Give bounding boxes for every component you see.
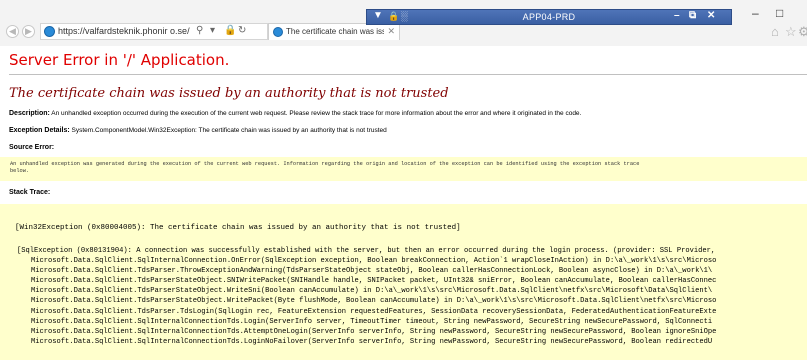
stack-trace-header: [Win32Exception (0x80004005): The certif… xyxy=(15,224,461,232)
tab-favicon-icon xyxy=(273,27,283,37)
stack-trace-line: [SqlException (0x80131904): A connection… xyxy=(17,247,716,255)
forward-button[interactable]: ▶ xyxy=(22,25,35,38)
stack-trace-line: Microsoft.Data.SqlClient.SqlInternalConn… xyxy=(31,317,713,326)
settings-gear-icon[interactable]: ⚙ xyxy=(798,24,807,40)
tab-title: The certificate chain was issu... xyxy=(286,27,384,36)
source-error-line-1: An unhandled exception was generated dur… xyxy=(10,161,640,167)
lock-icon[interactable]: 🔒 xyxy=(224,25,236,36)
dropdown-arrow-icon[interactable]: ▾ xyxy=(210,25,215,36)
stack-trace-line: Microsoft.Data.SqlClient.SqlInternalConn… xyxy=(31,327,717,336)
stack-trace-row: Stack Trace: xyxy=(9,189,50,196)
address-url[interactable]: https://valfardsteknik.phonir o.se/ xyxy=(58,26,190,36)
rdp-minimize-icon[interactable]: – xyxy=(674,10,680,21)
exception-text: System.ComponentModel.Win32Exception: Th… xyxy=(71,127,387,134)
stack-trace-line: Microsoft.Data.SqlClient.TdsParser.TdsLo… xyxy=(31,307,717,316)
stack-trace-line: Microsoft.Data.SqlClient.TdsParser.Throw… xyxy=(31,267,713,276)
title-divider xyxy=(9,74,807,75)
source-error-row: Source Error: xyxy=(9,144,54,151)
stack-trace-line: Microsoft.Data.SqlClient.SqlInternalConn… xyxy=(31,337,713,346)
source-error-text: An unhandled exception was generated dur… xyxy=(10,161,639,175)
page-title: Server Error in '/' Application. xyxy=(9,51,230,69)
home-icon[interactable]: ⌂ xyxy=(771,24,779,39)
description-row: Description: An unhandled exception occu… xyxy=(9,110,581,117)
minimize-icon[interactable]: – xyxy=(752,6,759,20)
source-error-label: Source Error: xyxy=(9,144,55,151)
rdp-restore-icon[interactable]: ⧉ xyxy=(689,10,696,21)
stack-trace-line: Microsoft.Data.SqlClient.TdsParserStateO… xyxy=(31,277,717,286)
exception-details-row: Exception Details: System.ComponentModel… xyxy=(9,127,387,134)
tab-close-icon[interactable]: ✕ xyxy=(387,26,395,37)
exception-label: Exception Details: xyxy=(9,127,70,134)
error-heading: The certificate chain was issued by an a… xyxy=(9,86,449,101)
page-content: Server Error in '/' Application. The cer… xyxy=(0,46,807,360)
address-bar[interactable]: https://valfardsteknik.phonir o.se/ ⚲ ▾ … xyxy=(40,23,268,40)
favorites-star-icon[interactable]: ☆ xyxy=(785,24,797,40)
description-text: An unhandled exception occurred during t… xyxy=(51,110,582,117)
source-error-box: An unhandled exception was generated dur… xyxy=(0,157,807,181)
stack-trace-box: [Win32Exception (0x80004005): The certif… xyxy=(0,204,807,360)
remote-desktop-bar: ▼ 🔒 ░ APP04-PRD – ⧉ ✕ xyxy=(366,9,732,25)
stack-trace-line: Microsoft.Data.SqlClient.TdsParserStateO… xyxy=(31,297,717,306)
tab-certificate-error[interactable]: The certificate chain was issu... ✕ xyxy=(268,23,400,40)
back-button[interactable]: ◀ xyxy=(6,25,19,38)
maximize-icon[interactable]: □ xyxy=(776,6,783,20)
search-icon[interactable]: ⚲ xyxy=(196,25,203,36)
stack-trace-label: Stack Trace: xyxy=(9,189,51,196)
description-label: Description: xyxy=(9,110,50,117)
refresh-icon[interactable]: ↻ xyxy=(238,25,246,36)
source-error-line-2: below. xyxy=(10,168,30,174)
stack-trace-lines: [SqlException (0x80131904): A connection… xyxy=(17,246,716,347)
stack-trace-line: Microsoft.Data.SqlClient.TdsParserStateO… xyxy=(31,287,713,296)
rdp-close-icon[interactable]: ✕ xyxy=(707,10,715,21)
stack-trace-line: Microsoft.Data.SqlClient.SqlInternalConn… xyxy=(31,257,717,266)
site-favicon-icon xyxy=(44,26,55,37)
